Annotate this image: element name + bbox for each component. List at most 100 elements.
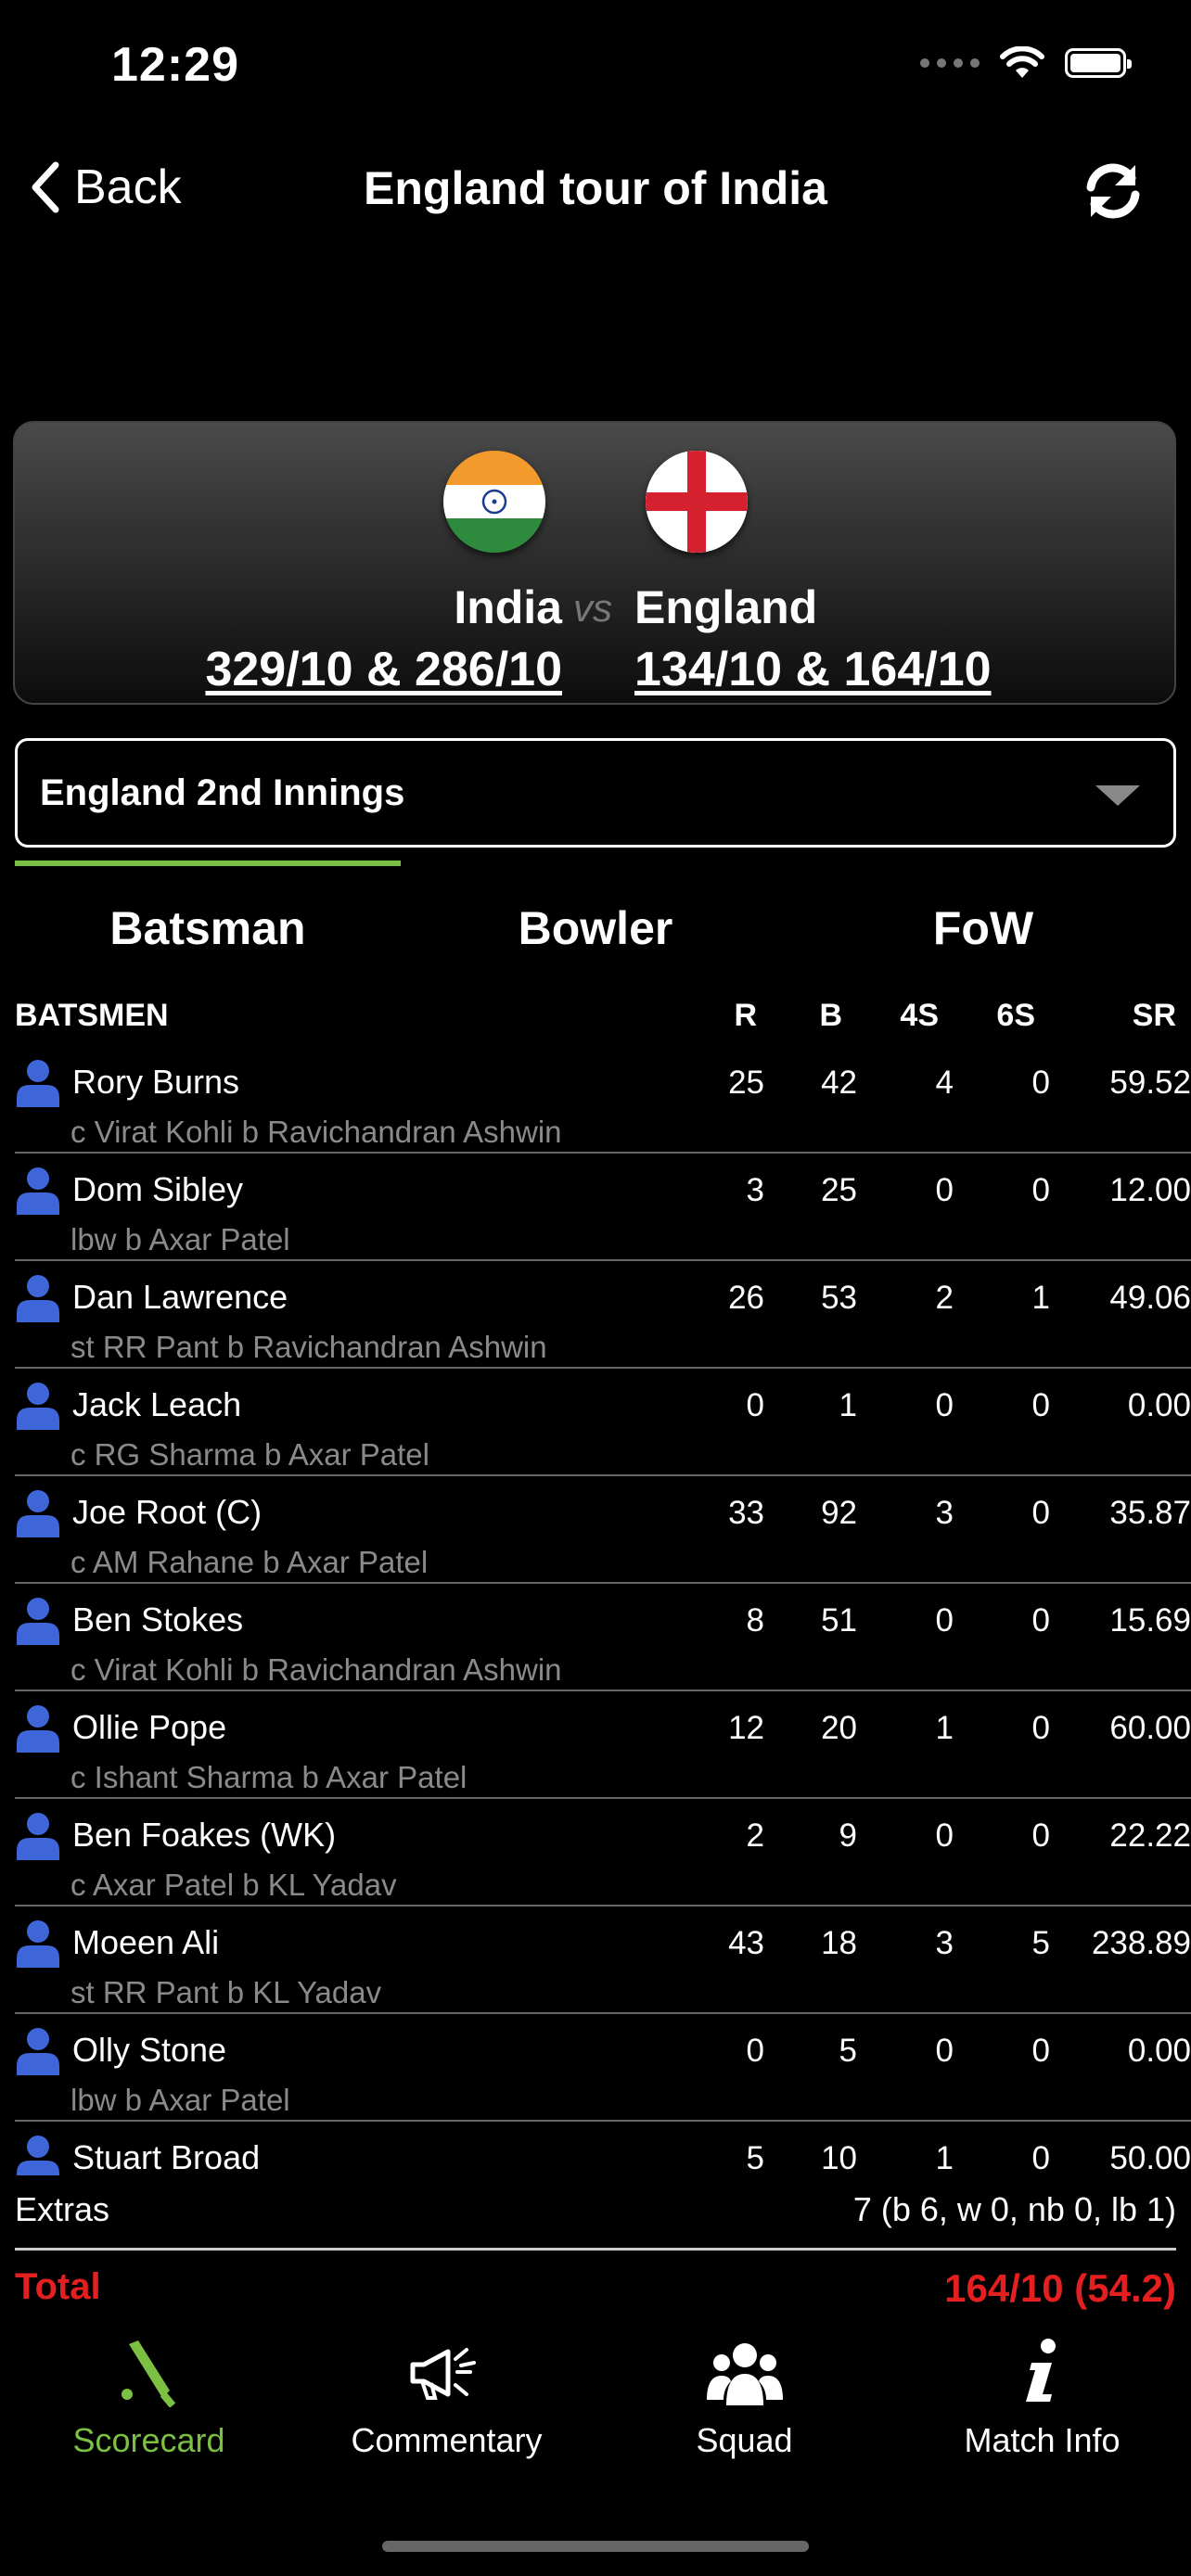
home-indicator bbox=[382, 2541, 809, 2552]
team2-score[interactable]: 134/10 & 164/10 bbox=[634, 642, 992, 697]
tabbar-scorecard[interactable]: Scorecard bbox=[0, 2337, 298, 2460]
balls-value: 20 bbox=[821, 1710, 857, 1746]
strike-rate-value: 0.00 bbox=[1127, 2033, 1191, 2069]
refresh-icon bbox=[1086, 163, 1140, 219]
fours-value: 0 bbox=[935, 1387, 954, 1423]
strike-rate-value: 238.89 bbox=[1091, 1925, 1191, 1961]
team1-score[interactable]: 329/10 & 286/10 bbox=[205, 642, 562, 697]
total-value: 164/10 (54.2) bbox=[944, 2266, 1176, 2310]
sixes-value: 0 bbox=[1031, 1602, 1050, 1639]
balls-value: 42 bbox=[821, 1065, 857, 1101]
batsman-row[interactable]: Dom Sibley lbw b Axar Patel 3 25 0 0 12.… bbox=[15, 1154, 1191, 1261]
strike-rate-value: 50.00 bbox=[1109, 2140, 1191, 2175]
fours-value: 3 bbox=[935, 1925, 954, 1961]
tabbar-scorecard-label: Scorecard bbox=[72, 2421, 225, 2459]
fours-value: 1 bbox=[935, 2140, 954, 2175]
user-icon bbox=[17, 1705, 59, 1753]
runs-value: 2 bbox=[746, 1817, 764, 1854]
header-batsmen: BATSMEN bbox=[15, 998, 169, 1033]
header-strike-rate: SR bbox=[1132, 998, 1176, 1033]
megaphone-icon bbox=[410, 2348, 476, 2400]
batsman-name: Ben Stokes bbox=[72, 1600, 244, 1639]
chevron-left-icon bbox=[32, 161, 59, 213]
user-icon bbox=[17, 1383, 59, 1430]
strike-rate-value: 22.22 bbox=[1109, 1817, 1191, 1854]
tab-batsman[interactable]: Batsman bbox=[13, 901, 403, 955]
batsman-name: Olly Stone bbox=[72, 2031, 227, 2069]
match-card: India vs England 329/10 & 286/10 134/10 … bbox=[13, 421, 1176, 705]
caret-down-icon bbox=[1095, 785, 1140, 806]
user-icon bbox=[17, 1275, 59, 1322]
fours-value: 0 bbox=[935, 2033, 954, 2069]
batsman-row[interactable]: Moeen Ali st RR Pant b KL Yadav 43 18 3 … bbox=[15, 1906, 1191, 2014]
batsman-row[interactable]: Dan Lawrence st RR Pant b Ravichandran A… bbox=[15, 1261, 1191, 1369]
innings-dropdown[interactable]: England 2nd Innings bbox=[15, 738, 1176, 848]
fours-value: 0 bbox=[935, 1602, 954, 1639]
fours-value: 3 bbox=[935, 1495, 954, 1531]
user-icon bbox=[17, 1167, 59, 1215]
england-flag-icon bbox=[646, 451, 748, 553]
strike-rate-value: 59.52 bbox=[1109, 1065, 1191, 1101]
runs-value: 5 bbox=[746, 2140, 764, 2175]
tabbar-match-info[interactable]: Match Info bbox=[893, 2337, 1191, 2460]
batsman-row[interactable]: Olly Stone lbw b Axar Patel 0 5 0 0 0.00 bbox=[15, 2014, 1191, 2122]
sixes-value: 5 bbox=[1031, 1925, 1050, 1961]
fours-value: 4 bbox=[935, 1065, 954, 1101]
tab-fow[interactable]: FoW bbox=[788, 901, 1178, 955]
batsman-row[interactable]: Ben Stokes c Virat Kohli b Ravichandran … bbox=[15, 1584, 1191, 1691]
dismissal-text: c Virat Kohli b Ravichandran Ashwin bbox=[70, 1115, 562, 1149]
balls-value: 25 bbox=[821, 1172, 857, 1208]
batsman-row[interactable]: Stuart Broad 5 10 1 0 50.00 bbox=[15, 2122, 1191, 2175]
tabbar-commentary[interactable]: Commentary bbox=[298, 2337, 596, 2460]
batsman-row[interactable]: Ben Foakes (WK) c Axar Patel b KL Yadav … bbox=[15, 1799, 1191, 1906]
strike-rate-value: 12.00 bbox=[1109, 1172, 1191, 1208]
batsman-row[interactable]: Ollie Pope c Ishant Sharma b Axar Patel … bbox=[15, 1691, 1191, 1799]
refresh-button[interactable] bbox=[1080, 158, 1146, 229]
tabbar-squad[interactable]: Squad bbox=[596, 2337, 893, 2460]
balls-value: 51 bbox=[821, 1602, 857, 1639]
batsmen-list[interactable]: Rory Burns c Virat Kohli b Ravichandran … bbox=[0, 1046, 1191, 2175]
india-flag-icon bbox=[443, 451, 545, 553]
fours-value: 2 bbox=[935, 1280, 954, 1316]
strike-rate-value: 49.06 bbox=[1109, 1280, 1191, 1316]
balls-value: 92 bbox=[821, 1495, 857, 1531]
runs-value: 43 bbox=[728, 1925, 764, 1961]
batsman-row[interactable]: Rory Burns c Virat Kohli b Ravichandran … bbox=[15, 1046, 1191, 1154]
batsman-name: Jack Leach bbox=[72, 1385, 242, 1423]
dismissal-text: lbw b Axar Patel bbox=[70, 2083, 290, 2117]
wifi-icon bbox=[1000, 46, 1044, 78]
status-icons bbox=[920, 46, 1132, 80]
strike-rate-value: 0.00 bbox=[1127, 1387, 1191, 1423]
batsman-row[interactable]: Jack Leach c RG Sharma b Axar Patel 0 1 … bbox=[15, 1369, 1191, 1476]
balls-value: 9 bbox=[839, 1817, 857, 1854]
batsman-row[interactable]: Joe Root (C) c AM Rahane b Axar Patel 33… bbox=[15, 1476, 1191, 1584]
sixes-value: 0 bbox=[1031, 1065, 1050, 1101]
back-button[interactable]: Back bbox=[28, 159, 182, 215]
dismissal-text: c RG Sharma b Axar Patel bbox=[70, 1437, 429, 1472]
sixes-value: 0 bbox=[1031, 1710, 1050, 1746]
cricket-bat-icon bbox=[121, 2340, 175, 2408]
dismissal-text: c Axar Patel b KL Yadav bbox=[70, 1868, 397, 1902]
runs-value: 25 bbox=[728, 1065, 764, 1101]
dismissal-text: st RR Pant b KL Yadav bbox=[70, 1975, 382, 2009]
info-icon bbox=[1025, 2339, 1056, 2402]
sixes-value: 0 bbox=[1031, 1495, 1050, 1531]
batsman-name: Joe Root (C) bbox=[72, 1493, 263, 1531]
user-icon bbox=[17, 2028, 59, 2075]
user-icon bbox=[17, 1920, 59, 1968]
dismissal-text: c Ishant Sharma b Axar Patel bbox=[70, 1760, 467, 1794]
extras-label: Extras bbox=[15, 2190, 110, 2228]
sixes-value: 0 bbox=[1031, 1817, 1050, 1854]
dismissal-text: st RR Pant b Ravichandran Ashwin bbox=[70, 1330, 547, 1364]
total-label: Total bbox=[15, 2266, 101, 2307]
strike-rate-value: 60.00 bbox=[1109, 1710, 1191, 1746]
strike-rate-value: 15.69 bbox=[1109, 1602, 1191, 1639]
signal-icon bbox=[920, 58, 980, 68]
runs-value: 8 bbox=[746, 1602, 764, 1639]
sixes-value: 1 bbox=[1031, 1280, 1050, 1316]
user-icon bbox=[17, 1490, 59, 1537]
tabbar-match-info-label: Match Info bbox=[964, 2421, 1121, 2459]
tab-bowler[interactable]: Bowler bbox=[401, 901, 790, 955]
dismissal-text: c Virat Kohli b Ravichandran Ashwin bbox=[70, 1652, 562, 1687]
batsman-name: Dom Sibley bbox=[72, 1170, 244, 1208]
